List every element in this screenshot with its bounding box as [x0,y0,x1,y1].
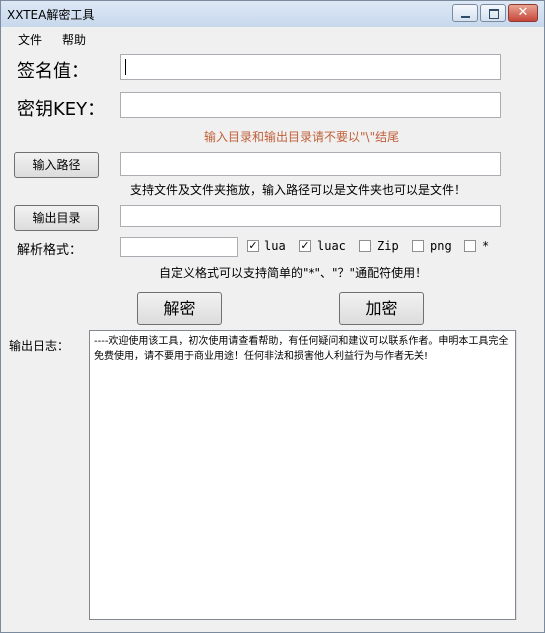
checkbox-any-label: * [482,239,490,253]
text-cursor [125,59,126,75]
window-controls: ✕ [452,4,538,22]
output-dir-field[interactable] [120,205,501,227]
menu-help[interactable]: 帮助 [62,31,86,48]
menu-bar: 文件 帮助 [1,27,544,49]
format-label: 解析格式： [17,243,83,258]
window-title: XXTEA解密工具 [7,8,95,22]
app-window: XXTEA解密工具 ✕ 文件 帮助 签名值： 密钥KEY： 输入目录和输出目录请… [0,0,545,633]
format-hint: 自定义格式可以支持简单的"*"、"？"通配符使用！ [159,266,428,280]
checkbox-png-label: png [430,239,452,253]
maximize-button[interactable] [480,4,506,22]
output-dir-button[interactable]: 输出目录 [14,205,99,231]
checkbox-png[interactable] [412,240,424,252]
checkbox-zip[interactable] [359,240,371,252]
custom-format-input[interactable] [120,237,238,257]
path-warning: 输入目录和输出目录请不要以"\"结尾 [204,130,400,144]
input-path-field[interactable] [120,152,501,176]
menu-file[interactable]: 文件 [18,31,42,48]
input-path-button[interactable]: 输入路径 [14,152,99,178]
checkbox-luac-label: luac [317,239,346,253]
close-button[interactable]: ✕ [508,4,538,22]
key-input[interactable] [120,92,501,118]
minimize-button[interactable] [452,4,478,22]
log-output[interactable]: ----欢迎使用该工具，初次使用请查看帮助，有任何疑问和建议可以联系作者。申明本… [89,330,516,620]
checkbox-luac[interactable]: ✓ [299,240,311,252]
input-hint: 支持文件及文件夹拖放，输入路径可以是文件夹也可以是文件！ [130,183,467,197]
checkbox-zip-label: Zip [377,239,399,253]
decrypt-button[interactable]: 解密 [137,292,222,325]
title-bar[interactable]: XXTEA解密工具 ✕ [1,1,544,27]
checkbox-any[interactable] [464,240,476,252]
key-label: 密钥KEY： [17,99,106,120]
close-icon: ✕ [517,5,529,20]
maximize-icon [489,9,499,19]
encrypt-button[interactable]: 加密 [339,292,424,325]
checkbox-lua-label: lua [264,239,286,253]
sign-label: 签名值： [17,61,89,82]
minimize-icon [461,16,470,18]
sign-input[interactable] [120,54,501,80]
checkbox-lua[interactable]: ✓ [247,240,259,252]
log-scrollbar[interactable] [516,330,534,620]
log-label: 输出日志： [9,339,70,353]
